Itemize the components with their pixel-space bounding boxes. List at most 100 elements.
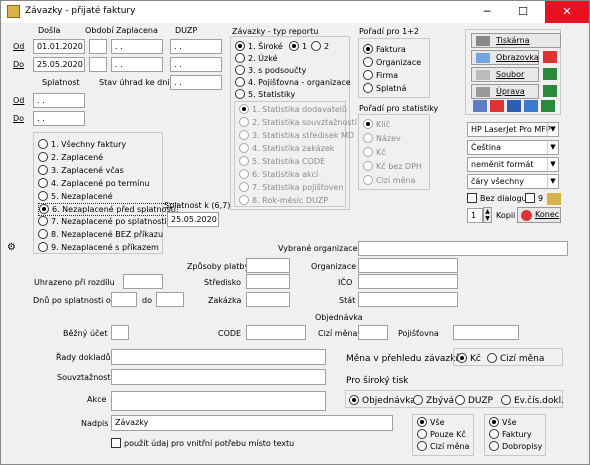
- splatnost-k-input[interactable]: 25.05.2020: [167, 212, 219, 227]
- filter-option-1[interactable]: 1. Všechny faktury: [38, 139, 126, 150]
- order-stats-klic[interactable]: Klíč: [363, 119, 390, 130]
- doc-type-faktury[interactable]: Faktury: [489, 429, 532, 440]
- close-button[interactable]: ✕: [545, 1, 589, 23]
- zpusoby-platby-input[interactable]: [246, 258, 290, 273]
- report-sub-2[interactable]: 2: [311, 41, 329, 51]
- report-type-2[interactable]: 2. Úzké: [235, 53, 278, 64]
- vybrane-organizace-input[interactable]: [358, 241, 568, 256]
- stat-option-7[interactable]: 7. Statistika pojišťoven: [239, 182, 343, 193]
- filter-option-2[interactable]: 2. Zaplacené: [38, 152, 103, 163]
- order12-faktura[interactable]: Faktura: [363, 44, 406, 55]
- language-select[interactable]: Čeština ▼: [467, 140, 559, 155]
- stat-option-3[interactable]: 3. Statistika středisek MD: [239, 130, 354, 141]
- stat-option-6[interactable]: 6. Statistika akcí: [239, 169, 318, 180]
- wide-evcis[interactable]: Ev.čís.dokl.: [501, 395, 564, 406]
- soubor-button[interactable]: Soubor: [471, 67, 539, 82]
- cizi-mena-input[interactable]: [358, 325, 388, 340]
- minimize-button[interactable]: ─: [473, 1, 501, 23]
- order-stats-nazev[interactable]: Název: [363, 133, 401, 144]
- stat-option-5[interactable]: 5. Statistika CODE: [239, 156, 325, 167]
- organizace-input[interactable]: [358, 258, 458, 273]
- obrazovka-button[interactable]: Obrazovka: [471, 50, 539, 65]
- stat-option-8[interactable]: 8. Rok-měsíc DUZP: [239, 195, 328, 206]
- settings-icon[interactable]: [547, 193, 561, 205]
- report-type-5[interactable]: 5. Statistiky: [235, 89, 295, 100]
- obdobi-od-input[interactable]: [89, 39, 107, 54]
- dnu-od-input[interactable]: [111, 292, 137, 307]
- order12-splatna[interactable]: Splatná: [363, 83, 406, 94]
- ico-input[interactable]: [358, 274, 458, 289]
- filter-option-6[interactable]: 6. Nezaplacené před splatností: [38, 203, 178, 216]
- obdobi-do-input[interactable]: [89, 57, 107, 72]
- uprava-button[interactable]: Úprava report: [471, 84, 539, 99]
- zaplacena-do-input[interactable]: . .: [111, 57, 163, 72]
- format-select[interactable]: neměnit formát ▼: [467, 157, 559, 172]
- rady-dokladu-input[interactable]: [111, 349, 326, 365]
- dosla-do-input[interactable]: 25.05.2020: [33, 57, 85, 72]
- nadpis-input[interactable]: Závazky: [111, 415, 393, 431]
- dosla-od-input[interactable]: 01.01.2020: [33, 39, 85, 54]
- wide-objednavka[interactable]: Objednávka: [349, 395, 416, 406]
- report-sub-1[interactable]: 1: [289, 41, 307, 51]
- order-stats-cizi-mena[interactable]: Cizí měna: [363, 175, 415, 186]
- splatnost-do-input[interactable]: . .: [33, 111, 85, 126]
- filter-option-5[interactable]: 5. Nezaplacené: [38, 191, 113, 202]
- filter-option-3[interactable]: 3. Zaplacené včas: [38, 165, 124, 176]
- duzp-od-input[interactable]: . .: [170, 39, 222, 54]
- bez-dialogu-checkbox[interactable]: Bez dialogu: [467, 193, 527, 203]
- stat-option-4[interactable]: 4. Statistika zakázek: [239, 143, 334, 154]
- pdf-icon[interactable]: [490, 100, 504, 112]
- dnu-do-input[interactable]: [156, 292, 184, 307]
- filter-option-7[interactable]: 7. Nezaplacené po splatnosti: [38, 216, 167, 227]
- currency-filter-vse[interactable]: Vše: [417, 417, 445, 428]
- pdf-small-icon[interactable]: [543, 51, 557, 63]
- order-stats-kc[interactable]: Kč: [363, 147, 386, 158]
- doc-type-vse[interactable]: Vše: [489, 417, 517, 428]
- report-type-4[interactable]: 4. Pojišťovna - organizace: [235, 77, 351, 88]
- zakazka-input[interactable]: [246, 292, 290, 307]
- currency-filter-cizi[interactable]: Cizí měna: [417, 441, 469, 452]
- wide-zbyva[interactable]: Zbývá: [413, 395, 454, 406]
- zaplacena-od-input[interactable]: . .: [111, 39, 163, 54]
- bezny-ucet-input[interactable]: [111, 325, 129, 340]
- stredisko-input[interactable]: [246, 274, 290, 289]
- duzp-do-input[interactable]: . .: [170, 57, 222, 72]
- order-stats-kc-bez-dph[interactable]: Kč bez DPH: [363, 161, 422, 172]
- wide-duzp[interactable]: DUZP: [455, 395, 493, 406]
- currency-kc[interactable]: Kč: [457, 353, 481, 364]
- tiskarna-button[interactable]: Tiskárna: [471, 33, 561, 48]
- stat-input[interactable]: [358, 292, 458, 307]
- stav-uhrad-input[interactable]: . .: [170, 75, 222, 90]
- lines-select[interactable]: čáry všechny ▼: [467, 174, 559, 189]
- filter-option-8[interactable]: 8. Nezaplacené BEZ příkazu: [38, 229, 163, 240]
- excel-export-icon[interactable]: [543, 85, 557, 97]
- excel-icon[interactable]: [543, 68, 557, 80]
- stat-option-1[interactable]: 1. Statistika dodavatelů: [239, 104, 347, 115]
- stat-option-2[interactable]: 2. Statistika souvztažností: [239, 117, 357, 128]
- gear-icon[interactable]: ⚙: [7, 242, 16, 253]
- konec-button[interactable]: Konec: [517, 207, 561, 223]
- currency-filter-kc[interactable]: Pouze Kč: [417, 429, 466, 440]
- report-type-1[interactable]: 1. Široké: [235, 41, 283, 52]
- kopii-spinner[interactable]: ▲ ▼: [483, 207, 492, 223]
- nine-checkbox[interactable]: 9: [525, 193, 543, 203]
- pojistovna-input[interactable]: [453, 325, 519, 340]
- maximize-button[interactable]: ☐: [501, 1, 545, 23]
- code-input[interactable]: [246, 325, 306, 340]
- image-icon[interactable]: [524, 100, 538, 112]
- souvztaznosti-input[interactable]: [111, 369, 326, 385]
- order12-organizace[interactable]: Organizace: [363, 57, 421, 68]
- word-icon[interactable]: [507, 100, 521, 112]
- filter-option-4[interactable]: 4. Zaplacené po termínu: [38, 178, 150, 189]
- table-icon[interactable]: [473, 100, 487, 112]
- akce-input[interactable]: [111, 391, 326, 411]
- currency-cizi[interactable]: Cizí měna: [487, 353, 544, 364]
- order12-firma[interactable]: Firma: [363, 70, 398, 81]
- splatnost-od-input[interactable]: . .: [33, 93, 85, 108]
- report-type-3[interactable]: 3. s podsoučty: [235, 65, 306, 76]
- filter-option-9[interactable]: 9. Nezaplacené s příkazem: [38, 242, 159, 253]
- uhrazeno-input[interactable]: [123, 274, 163, 289]
- kopii-input[interactable]: 1: [467, 208, 483, 223]
- doc-type-dobropisy[interactable]: Dobropisy: [489, 441, 542, 452]
- pouzit-udaj-checkbox[interactable]: použít údaj pro vnitřní potřebu místo te…: [111, 438, 294, 448]
